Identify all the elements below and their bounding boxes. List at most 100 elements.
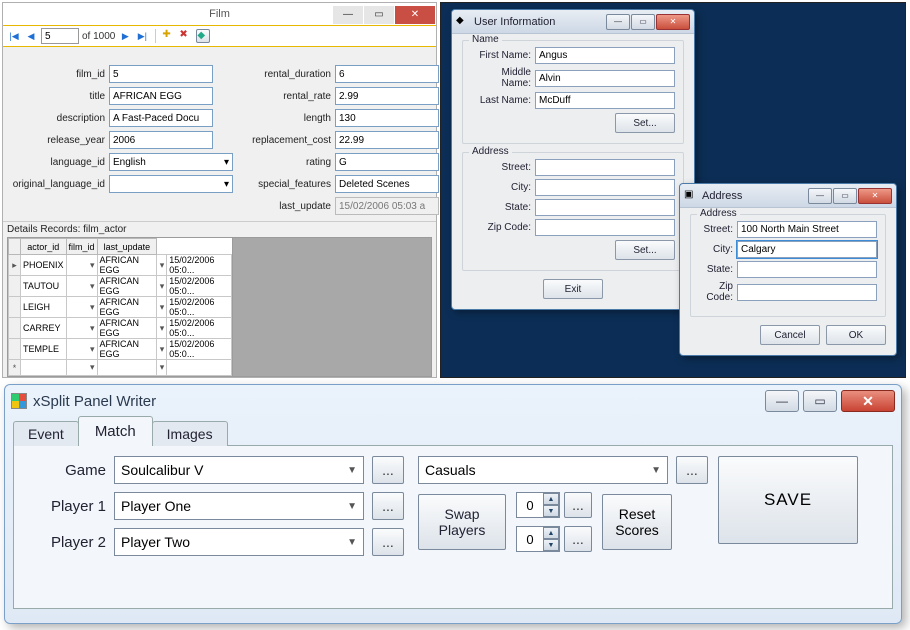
rental-duration-label: rental_duration [235,69,331,80]
col-actor-id[interactable]: actor_id [21,239,67,255]
title-input[interactable] [109,87,213,105]
minimize-button[interactable]: — [765,390,799,412]
app-icon [11,393,27,409]
xsplit-titlebar[interactable]: xSplit Panel Writer — ▭ ✕ [5,385,901,417]
rental-duration-input[interactable] [335,65,439,83]
minimize-button[interactable]: — [606,14,630,30]
name-fieldset: Name First Name: Middle Name: Last Name:… [462,40,684,144]
film-window-title: Film [3,8,436,20]
city-input[interactable] [737,241,877,258]
film-id-input[interactable] [109,65,213,83]
table-row[interactable]: LEIGH▾AFRICAN EGG▾15/02/2006 05:0... [9,297,232,318]
col-last-update[interactable]: last_update [97,239,157,255]
address-set-button[interactable]: Set... [615,240,675,260]
address-titlebar[interactable]: ▣ Address — ▭ ✕ [680,184,896,208]
round-combo[interactable]: Casuals▼ [418,456,668,484]
chevron-down-icon: ▾ [224,179,229,190]
score1-browse-button[interactable]: ... [564,492,592,518]
record-navigator: |◀ ◀ of 1000 ▶ ▶| ✚ ✖ ◆ [3,25,436,47]
cancel-button[interactable]: Cancel [760,325,820,345]
last-name-input[interactable] [535,92,675,109]
reset-scores-button[interactable]: ResetScores [602,494,672,550]
length-input[interactable] [335,109,439,127]
rental-rate-input[interactable] [335,87,439,105]
details-header: Details Records: film_actor [3,221,436,237]
language-id-select[interactable]: English▾ [109,153,233,171]
save-button[interactable]: SAVE [718,456,858,544]
middle-name-input[interactable] [535,70,675,87]
tab-match[interactable]: Match [78,416,153,446]
name-set-button[interactable]: Set... [615,113,675,133]
table-row[interactable]: ▸PHOENIX▾AFRICAN EGG▾15/02/2006 05:0... [9,255,232,276]
round-browse-button[interactable]: ... [676,456,708,484]
spinner-up-icon[interactable]: ▲ [543,527,559,539]
score2-input[interactable] [517,528,543,550]
minimize-button[interactable]: — [808,188,832,204]
nav-page-input[interactable] [41,28,79,44]
table-row[interactable]: CARREY▾AFRICAN EGG▾15/02/2006 05:0... [9,318,232,339]
tab-images[interactable]: Images [152,421,228,446]
maximize-button[interactable]: ▭ [631,14,655,30]
street-input[interactable] [535,159,675,176]
spinner-down-icon[interactable]: ▼ [543,505,559,517]
swap-players-button[interactable]: SwapPlayers [418,494,506,550]
city-input[interactable] [535,179,675,196]
close-button[interactable]: ✕ [858,188,892,204]
maximize-button[interactable]: ▭ [803,390,837,412]
state-input[interactable] [737,261,877,278]
app-icon: ◆ [456,15,470,29]
nav-save-icon[interactable]: ◆ [196,29,210,43]
orig-lang-select[interactable]: ▾ [109,175,233,193]
user-info-titlebar[interactable]: ◆ User Information — ▭ ✕ [452,10,694,34]
nav-prev-icon[interactable]: ◀ [24,29,38,43]
description-input[interactable] [109,109,213,127]
score1-spinner[interactable]: ▲▼ [516,492,560,518]
language-id-label: language_id [9,157,105,168]
nav-first-icon[interactable]: |◀ [7,29,21,43]
middle-name-label: Middle Name: [471,67,531,89]
table-row[interactable]: TAUTOU▾AFRICAN EGG▾15/02/2006 05:0... [9,276,232,297]
zip-input[interactable] [737,284,877,301]
close-button[interactable]: ✕ [656,14,690,30]
film-titlebar[interactable]: Film — ▭ ✕ [3,3,436,25]
description-label: description [9,113,105,124]
release-year-input[interactable] [109,131,213,149]
player1-combo[interactable]: Player One▼ [114,492,364,520]
score2-browse-button[interactable]: ... [564,526,592,552]
ok-button[interactable]: OK [826,325,886,345]
spinner-down-icon[interactable]: ▼ [543,539,559,551]
exit-button[interactable]: Exit [543,279,603,299]
player2-combo[interactable]: Player Two▼ [114,528,364,556]
table-row-new[interactable]: *▾▾ [9,360,232,376]
street-input[interactable] [737,221,877,238]
maximize-button[interactable]: ▭ [833,188,857,204]
nav-last-icon[interactable]: ▶| [135,29,149,43]
replacement-cost-input[interactable] [335,131,439,149]
score2-spinner[interactable]: ▲▼ [516,526,560,552]
first-name-input[interactable] [535,47,675,64]
last-update-value [335,197,439,215]
special-features-input[interactable] [335,175,439,193]
zip-label: Zip Code: [471,222,531,233]
chevron-down-icon: ▼ [651,465,661,476]
score1-input[interactable] [517,494,543,516]
spinner-up-icon[interactable]: ▲ [543,493,559,505]
zip-input[interactable] [535,219,675,236]
player1-browse-button[interactable]: ... [372,492,404,520]
rating-input[interactable] [335,153,439,171]
film-actor-grid[interactable]: actor_id film_id last_update ▸PHOENIX▾AF… [7,237,233,377]
nav-delete-icon[interactable]: ✖ [179,29,193,43]
game-combo[interactable]: Soulcalibur V▼ [114,456,364,484]
player2-browse-button[interactable]: ... [372,528,404,556]
replacement-cost-label: replacement_cost [235,135,331,146]
length-label: length [235,113,331,124]
close-button[interactable]: ✕ [841,390,895,412]
grid-blank-area [233,237,432,377]
game-browse-button[interactable]: ... [372,456,404,484]
nav-add-icon[interactable]: ✚ [162,29,176,43]
state-input[interactable] [535,199,675,216]
table-row[interactable]: TEMPLE▾AFRICAN EGG▾15/02/2006 05:0... [9,339,232,360]
col-film-id[interactable]: film_id [66,239,97,255]
nav-next-icon[interactable]: ▶ [118,29,132,43]
tab-event[interactable]: Event [13,421,79,446]
